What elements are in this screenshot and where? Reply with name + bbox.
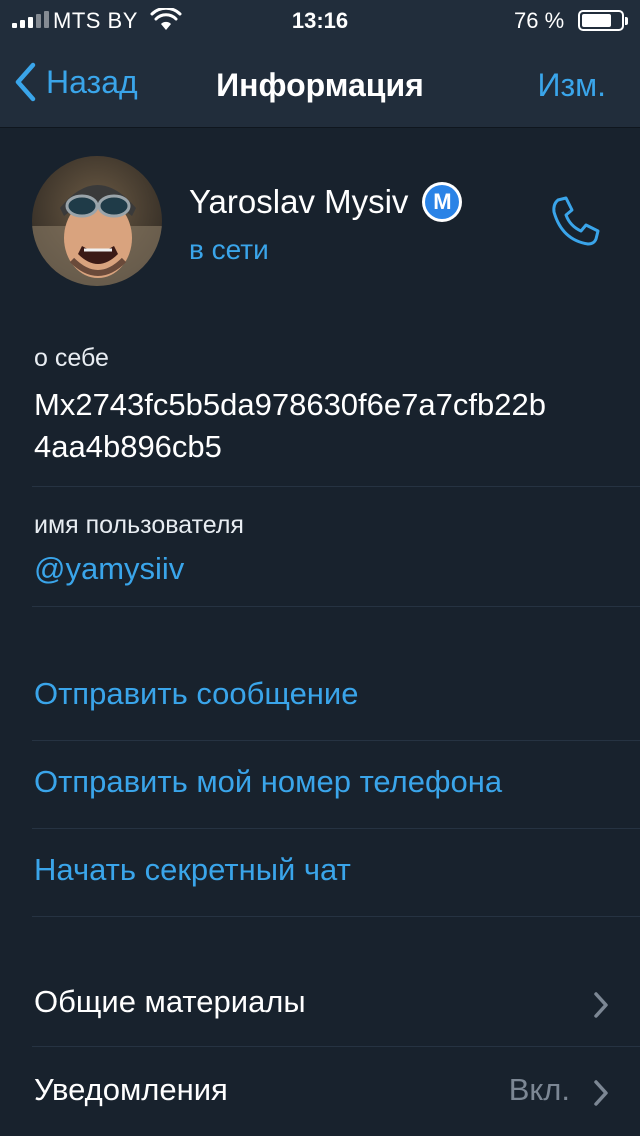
notifications-label: Уведомления xyxy=(34,1072,228,1107)
shared-media-label: Общие материалы xyxy=(34,984,306,1019)
online-status: в сети xyxy=(189,234,269,265)
share-phone-number-button[interactable]: Отправить мой номер телефона xyxy=(34,764,502,800)
bio-text-line-1[interactable]: Mx2743fc5b5da978630f6e7a7cfb22b xyxy=(34,382,546,427)
navigation-bar: Назад Информация Изм. xyxy=(0,40,640,128)
bio-label: о себе xyxy=(34,344,109,372)
avatar-image xyxy=(32,156,162,286)
start-secret-chat-button[interactable]: Начать секретный чат xyxy=(34,852,351,888)
notifications-value: Вкл. xyxy=(508,1072,570,1107)
edit-button[interactable]: Изм. xyxy=(537,67,606,104)
username-link[interactable]: @yamysiiv xyxy=(34,551,184,587)
battery-fill xyxy=(582,14,611,27)
username-label: имя пользователя xyxy=(34,511,244,539)
battery-percent: 76 % xyxy=(514,8,565,33)
badge-letter: M xyxy=(425,185,460,219)
chevron-right-icon xyxy=(594,992,608,1018)
avatar[interactable] xyxy=(32,156,162,286)
phone-icon[interactable] xyxy=(548,194,602,248)
chevron-right-icon xyxy=(594,1080,608,1106)
divider xyxy=(32,828,640,829)
divider xyxy=(32,486,640,487)
contact-name: Yaroslav Mysiv M xyxy=(189,182,463,222)
top-bar: MTS BY 13:16 76 % Назад Информация Изм. xyxy=(0,0,640,128)
divider xyxy=(32,740,640,741)
battery-icon xyxy=(578,10,628,31)
verified-badge-icon: M xyxy=(422,182,463,222)
divider xyxy=(32,916,640,917)
divider xyxy=(32,1046,640,1047)
send-message-button[interactable]: Отправить сообщение xyxy=(34,676,359,712)
divider xyxy=(32,606,640,607)
contact-name-text: Yaroslav Mysiv xyxy=(189,183,409,220)
bio-text-line-2[interactable]: 4aa4b896cb5 xyxy=(34,424,222,469)
status-bar: MTS BY 13:16 76 % xyxy=(0,0,640,40)
